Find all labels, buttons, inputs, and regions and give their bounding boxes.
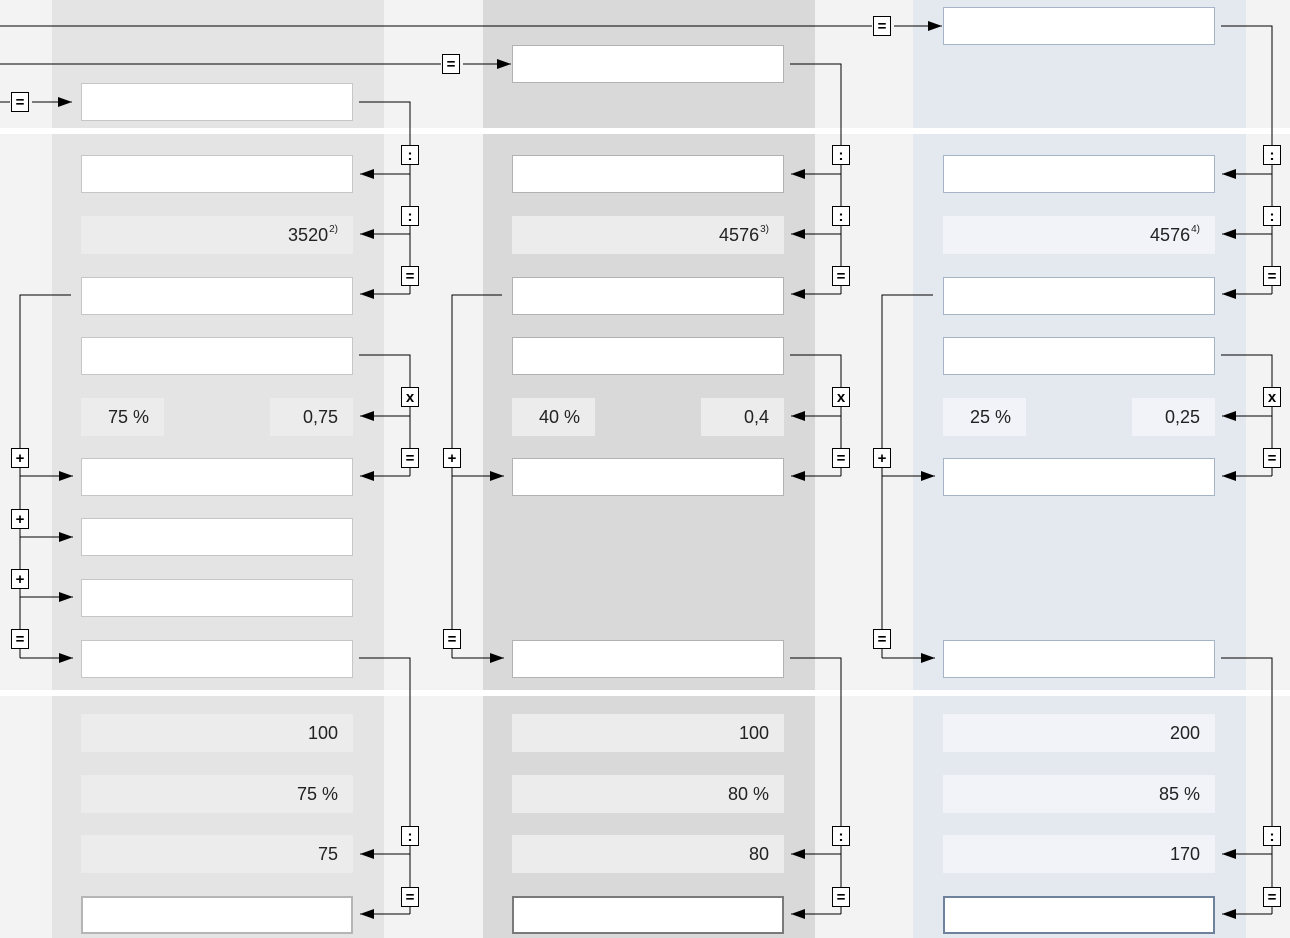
base-value-c: 200 xyxy=(943,714,1215,752)
factor-value-b: 0,4 xyxy=(701,398,784,436)
total-number-b: 4576 xyxy=(719,224,760,245)
divide-operator-c-2: : xyxy=(1263,206,1281,226)
total-number-c: 4576 xyxy=(1150,224,1191,245)
total-value-b: 4576 3) xyxy=(512,216,784,254)
input-field-top-a[interactable] xyxy=(81,83,353,121)
input-field-a-row1[interactable] xyxy=(81,155,353,193)
plus-operator-b: + xyxy=(443,448,461,468)
input-field-b-row3[interactable] xyxy=(512,277,784,315)
input-field-a-row7[interactable] xyxy=(81,518,353,556)
input-field-c-row3[interactable] xyxy=(943,277,1215,315)
calculation-diagram: = = = 3520 2) 75 % 0,75 100 75 % 75 4576 3… xyxy=(0,0,1290,938)
input-field-c-row1[interactable] xyxy=(943,155,1215,193)
input-field-a-row4[interactable] xyxy=(81,337,353,375)
base-value-a: 100 xyxy=(81,714,353,752)
divide-operator-a-3: : xyxy=(401,826,419,846)
divide-operator-a-2: : xyxy=(401,206,419,226)
equals-operator-a-1: = xyxy=(401,266,419,286)
divide-operator-c-1: : xyxy=(1263,145,1281,165)
input-field-c-row6[interactable] xyxy=(943,458,1215,496)
plus-operator-a-2: + xyxy=(11,509,29,529)
footnote-c: 4) xyxy=(1191,223,1200,235)
divide-operator-c-3: : xyxy=(1263,826,1281,846)
equals-operator-c-2: = xyxy=(1263,448,1281,468)
equals-operator-b-3: = xyxy=(832,887,850,907)
equals-operator-b-left: = xyxy=(443,629,461,649)
rate-value-a: 75 % xyxy=(81,775,353,813)
equals-operator-top-a: = xyxy=(11,92,29,112)
multiply-operator-c: x xyxy=(1263,387,1281,407)
divide-operator-b-1: : xyxy=(832,145,850,165)
factor-value-a: 0,75 xyxy=(270,398,353,436)
percentage-label-b: 40 % xyxy=(512,398,595,436)
footnote-b: 3) xyxy=(760,223,769,235)
input-field-b-row4[interactable] xyxy=(512,337,784,375)
footnote-a: 2) xyxy=(329,223,338,235)
equals-operator-c-left: = xyxy=(873,629,891,649)
result-field-a[interactable] xyxy=(81,896,353,934)
equals-operator-a-2: = xyxy=(401,448,419,468)
input-field-a-row3[interactable] xyxy=(81,277,353,315)
equals-operator-top-c: = xyxy=(873,16,891,36)
input-field-top-c[interactable] xyxy=(943,7,1215,45)
divided-value-c: 170 xyxy=(943,835,1215,873)
input-field-c-row4[interactable] xyxy=(943,337,1215,375)
multiply-operator-a: x xyxy=(401,387,419,407)
divide-operator-b-3: : xyxy=(832,826,850,846)
percentage-label-c: 25 % xyxy=(943,398,1026,436)
percentage-label-a: 75 % xyxy=(81,398,164,436)
total-number-a: 3520 xyxy=(288,224,329,245)
plus-operator-c: + xyxy=(873,448,891,468)
divided-value-a: 75 xyxy=(81,835,353,873)
result-field-c[interactable] xyxy=(943,896,1215,934)
factor-value-c: 0,25 xyxy=(1132,398,1215,436)
divide-operator-b-2: : xyxy=(832,206,850,226)
input-field-a-row9[interactable] xyxy=(81,640,353,678)
input-field-a-row6[interactable] xyxy=(81,458,353,496)
total-value-a: 3520 2) xyxy=(81,216,353,254)
equals-operator-c-3: = xyxy=(1263,887,1281,907)
base-value-b: 100 xyxy=(512,714,784,752)
input-field-c-row9[interactable] xyxy=(943,640,1215,678)
input-field-top-b[interactable] xyxy=(512,45,784,83)
equals-operator-b-1: = xyxy=(832,266,850,286)
input-field-b-row9[interactable] xyxy=(512,640,784,678)
equals-operator-c-1: = xyxy=(1263,266,1281,286)
divide-operator-a-1: : xyxy=(401,145,419,165)
plus-operator-a-3: + xyxy=(11,569,29,589)
total-value-c: 4576 4) xyxy=(943,216,1215,254)
rate-value-b: 80 % xyxy=(512,775,784,813)
equals-operator-a-left: = xyxy=(11,629,29,649)
result-field-b[interactable] xyxy=(512,896,784,934)
input-field-b-row1[interactable] xyxy=(512,155,784,193)
equals-operator-a-3: = xyxy=(401,887,419,907)
plus-operator-a-1: + xyxy=(11,448,29,468)
input-field-a-row8[interactable] xyxy=(81,579,353,617)
multiply-operator-b: x xyxy=(832,387,850,407)
rate-value-c: 85 % xyxy=(943,775,1215,813)
equals-operator-b-2: = xyxy=(832,448,850,468)
input-field-b-row6[interactable] xyxy=(512,458,784,496)
equals-operator-top-b: = xyxy=(442,54,460,74)
divided-value-b: 80 xyxy=(512,835,784,873)
